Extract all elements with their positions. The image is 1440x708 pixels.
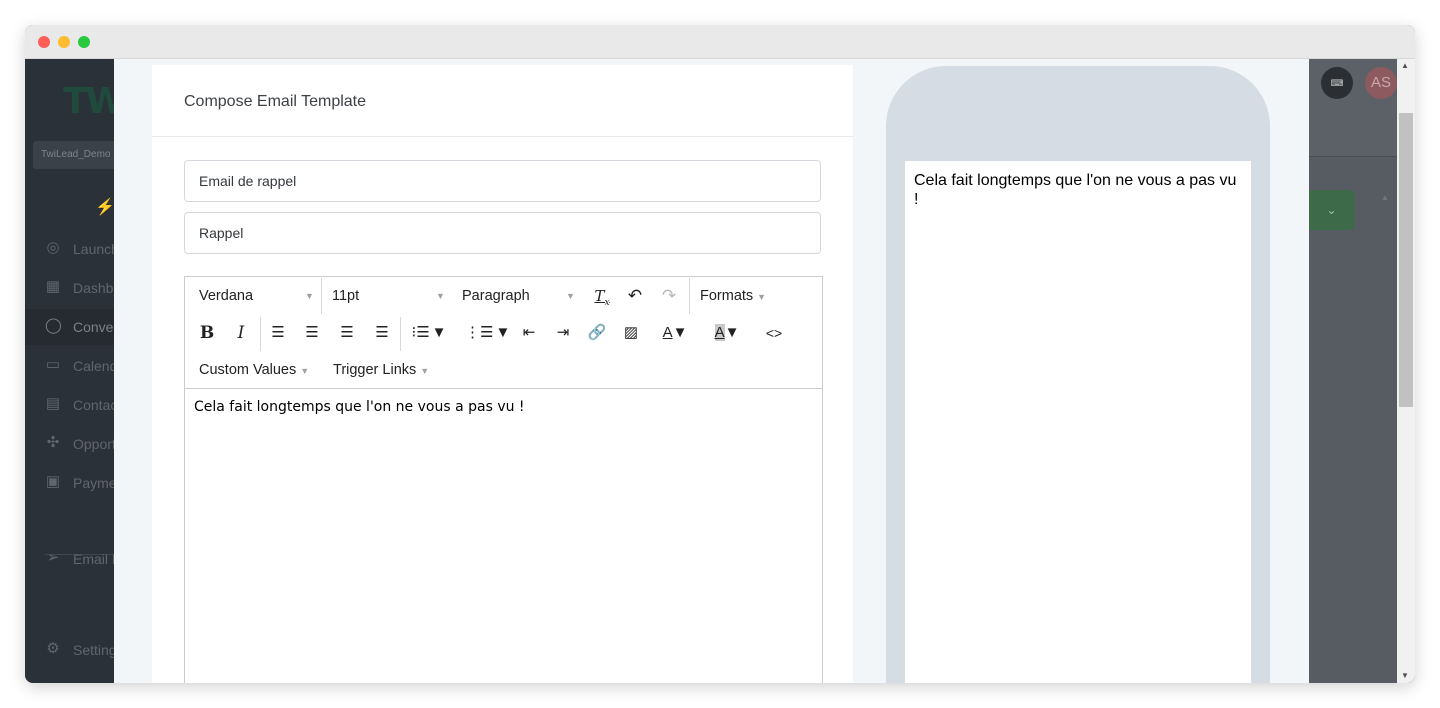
bold-icon[interactable]: B: [195, 315, 219, 351]
block-format-select[interactable]: Paragraph ▼: [462, 278, 577, 314]
chevron-down-icon: ⌄: [1326, 203, 1337, 217]
align-left-icon[interactable]: ☰: [267, 315, 289, 351]
editor-content-area[interactable]: Cela fait longtemps que l'on ne vous a p…: [185, 389, 822, 683]
scroll-down-icon[interactable]: ▼: [1401, 671, 1409, 680]
calendar-icon: ▭: [45, 356, 61, 373]
formats-menu[interactable]: Formats ▼: [700, 278, 780, 314]
toolbar-separator: [400, 317, 401, 351]
minimize-window-button[interactable]: [58, 36, 70, 48]
toolbar-row-3: Custom Values ▼ Trigger Links ▼: [185, 352, 822, 388]
background-color-icon[interactable]: A▼: [707, 315, 747, 351]
sidebar-item-opportunities[interactable]: ✣ Opportunities: [25, 426, 115, 462]
undo-icon[interactable]: ↶: [623, 278, 647, 314]
caret-down-icon: ▼: [305, 291, 314, 301]
compose-email-modal: Compose Email Template Verdana ▼: [114, 59, 1309, 683]
maximize-window-button[interactable]: [78, 36, 90, 48]
link-icon[interactable]: 🔗: [585, 315, 609, 351]
sidebar-item-conversations[interactable]: ◯ Conversations: [25, 309, 115, 345]
modal-header: Compose Email Template: [152, 65, 853, 137]
browser-window: TW TwiLead_Demo ⚡ ◎ Launchpad ▦ Dashboar…: [25, 25, 1415, 683]
sidebar-item-calendars[interactable]: ▭ Calendars: [25, 348, 115, 384]
user-avatar[interactable]: AS: [1365, 67, 1397, 99]
rich-text-editor: Verdana ▼ 11pt ▼ Paragraph ▼ Tx ↶ ↷ Form…: [184, 276, 823, 683]
sidebar: TW TwiLead_Demo ⚡ ◎ Launchpad ▦ Dashboar…: [25, 59, 125, 683]
app-content: TW TwiLead_Demo ⚡ ◎ Launchpad ▦ Dashboar…: [25, 59, 1415, 683]
image-icon[interactable]: ▨: [619, 315, 643, 351]
chat-icon: ◯: [45, 317, 62, 334]
caret-down-icon: ▼: [757, 292, 767, 302]
opportunities-icon: ✣: [46, 434, 60, 451]
sidebar-item-dashboard[interactable]: ▦ Dashboard: [25, 270, 115, 306]
caret-down-icon: ▼: [436, 291, 445, 301]
phone-preview: Cela fait longtemps que l'on ne vous a p…: [886, 66, 1270, 683]
sidebar-item-launchpad[interactable]: ◎ Launchpad: [25, 231, 115, 267]
indent-icon[interactable]: ⇥: [551, 315, 575, 351]
toolbar-separator: [260, 317, 261, 351]
sidebar-item-settings[interactable]: ⚙ Settings: [25, 632, 115, 668]
numbered-list-icon[interactable]: ⋮☰ ▼: [465, 315, 510, 351]
redo-icon[interactable]: ↷: [657, 278, 681, 314]
scroll-up-icon[interactable]: ▲: [1401, 61, 1409, 70]
caret-down-icon: ▼: [724, 324, 740, 341]
clear-formatting-icon[interactable]: Tx: [589, 278, 615, 314]
toolbar-row-2: B I ☰ ☰ ☰ ☰ ⁝☰ ▼ ⋮☰ ▼ ⇤ ⇥ 🔗 ▨ A▼ A▼ <>: [185, 315, 822, 351]
template-name-input[interactable]: [184, 160, 821, 202]
subject-input[interactable]: [184, 212, 821, 254]
italic-icon[interactable]: I: [229, 315, 253, 351]
contacts-icon: ▤: [45, 395, 61, 412]
sidebar-item-payments[interactable]: ▣ Payments: [25, 465, 115, 501]
caret-down-icon: ▼: [566, 291, 575, 301]
keyboard-icon[interactable]: ⌨: [1321, 67, 1353, 99]
sidebar-item-contacts[interactable]: ▤ Contacts: [25, 387, 115, 423]
preview-screen: Cela fait longtemps que l'on ne vous a p…: [905, 161, 1251, 683]
font-family-select[interactable]: Verdana ▼: [199, 278, 319, 314]
caret-up-icon: ▲: [1381, 193, 1389, 202]
bolt-icon[interactable]: ⚡: [95, 197, 115, 217]
scrollbar-thumb[interactable]: [1399, 113, 1413, 407]
dashboard-icon: ▦: [45, 278, 61, 295]
font-size-select[interactable]: 11pt ▼: [332, 278, 450, 314]
toolbar-row-1: Verdana ▼ 11pt ▼ Paragraph ▼ Tx ↶ ↷ Form…: [185, 278, 822, 314]
payments-icon: ▣: [45, 473, 61, 490]
align-right-icon[interactable]: ☰: [336, 315, 358, 351]
custom-values-menu[interactable]: Custom Values ▼: [199, 352, 323, 388]
caret-down-icon: ▼: [672, 324, 688, 341]
editor-toolbar: Verdana ▼ 11pt ▼ Paragraph ▼ Tx ↶ ↷ Form…: [185, 277, 822, 389]
window-titlebar: [25, 25, 1415, 59]
trigger-links-menu[interactable]: Trigger Links ▼: [333, 352, 443, 388]
dropdown-button[interactable]: ⌄: [1309, 190, 1354, 230]
align-center-icon[interactable]: ☰: [301, 315, 323, 351]
toolbar-separator: [689, 278, 690, 314]
bullet-list-icon[interactable]: ⁝☰ ▼: [411, 315, 447, 351]
modal-title: Compose Email Template: [184, 93, 367, 110]
align-justify-icon[interactable]: ☰: [371, 315, 393, 351]
caret-down-icon: ▼: [495, 324, 511, 341]
source-code-icon[interactable]: <>: [761, 315, 787, 351]
account-switcher[interactable]: TwiLead_Demo: [33, 141, 115, 169]
text-color-icon[interactable]: A▼: [655, 315, 695, 351]
send-icon: ➢: [46, 549, 60, 566]
caret-down-icon: ▼: [420, 366, 430, 376]
compose-panel: Compose Email Template Verdana ▼: [152, 65, 853, 683]
caret-down-icon: ▼: [300, 366, 310, 376]
page-scrollbar[interactable]: ▲ ▼: [1397, 59, 1415, 683]
outdent-icon[interactable]: ⇤: [517, 315, 541, 351]
rocket-icon: ◎: [46, 239, 60, 256]
caret-down-icon: ▼: [431, 324, 447, 341]
settings-icon: ⚙: [46, 640, 60, 657]
close-window-button[interactable]: [38, 36, 50, 48]
toolbar-separator: [321, 278, 322, 314]
sidebar-item-email-marketing[interactable]: ➢ Email Marketing: [25, 541, 115, 577]
